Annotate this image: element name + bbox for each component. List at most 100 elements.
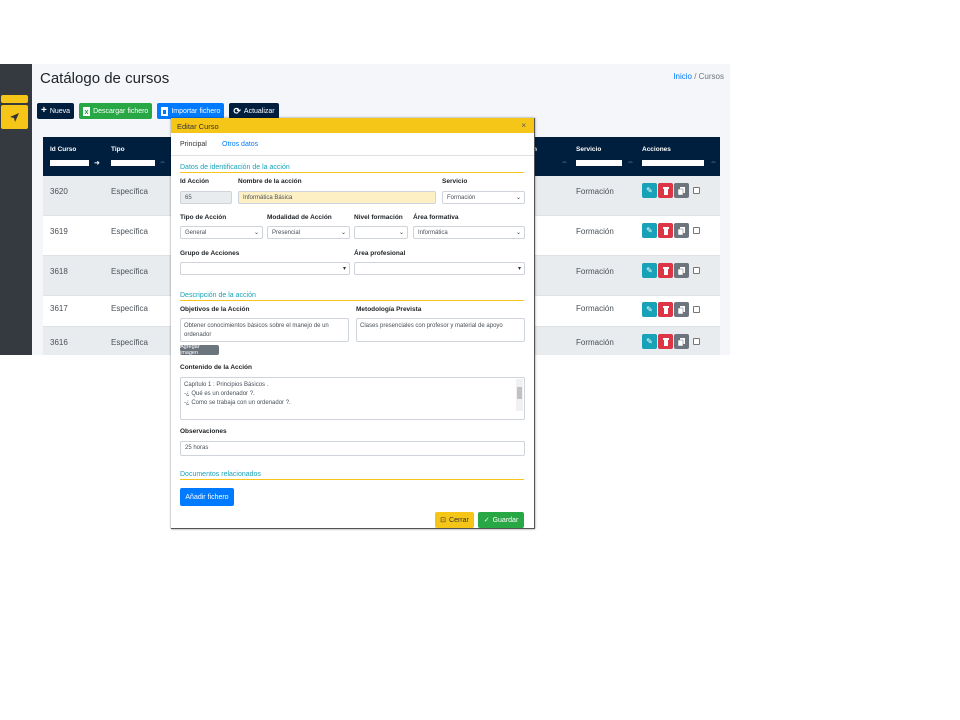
download-file-button[interactable]: Descargar fichero — [79, 103, 153, 119]
edit-button[interactable]: ✎ — [642, 223, 657, 238]
chevron-down-icon: ⌄ — [340, 230, 346, 236]
file-import-icon — [161, 106, 169, 116]
delete-button[interactable] — [658, 263, 673, 278]
edit-course-modal: Editar Curso × Principal Otros datos Dat… — [171, 118, 535, 529]
area-profesional-label: Área profesional — [354, 250, 406, 257]
delete-button[interactable] — [658, 223, 673, 238]
contenido-textarea[interactable]: Capítulo 1 : Principios Básicos . -¿ Qué… — [180, 377, 525, 420]
filter-input-servicio[interactable] — [576, 160, 622, 166]
id-accion-field: 65 — [180, 191, 232, 204]
servicio-select[interactable]: Formación ⌄ — [442, 191, 525, 204]
trash-icon — [662, 226, 669, 235]
breadcrumb-home-link[interactable]: Inicio — [673, 72, 692, 81]
metodologia-textarea[interactable]: Clases presenciales con profesor y mater… — [356, 318, 525, 342]
column-header-id[interactable]: Id Curso — [50, 146, 76, 153]
copy-icon — [678, 226, 685, 235]
contenido-line: Capítulo 1 : Principios Básicos . — [184, 382, 269, 388]
nivel-formacion-select[interactable]: ⌄ — [354, 226, 408, 239]
metodologia-label: Metodología Prevista — [356, 306, 422, 313]
copy-button[interactable] — [674, 223, 689, 238]
modalidad-select[interactable]: Presencial ⌄ — [267, 226, 350, 239]
area-profesional-select[interactable]: ▾ — [354, 262, 525, 275]
nivel-formacion-label: Nivel formación — [354, 214, 403, 221]
cerrar-button[interactable]: ⊡ Cerrar — [435, 512, 474, 528]
cerrar-label: Cerrar — [449, 516, 469, 524]
import-file-label: Importar fichero — [171, 107, 221, 115]
refresh-button[interactable]: ⟳ Actualizar — [229, 103, 279, 119]
guardar-button[interactable]: ✓ Guardar — [478, 512, 524, 528]
column-header-tipo[interactable]: Tipo — [111, 146, 125, 153]
edit-button[interactable]: ✎ — [642, 302, 657, 317]
arrows-h-icon[interactable]: ⇔ — [561, 159, 568, 166]
arrows-h-icon[interactable]: ⇔ — [710, 159, 717, 166]
arrows-h-icon[interactable]: ⇔ — [159, 159, 166, 166]
arrows-h-icon[interactable]: ⇔ — [627, 159, 634, 166]
delete-button[interactable] — [658, 183, 673, 198]
pencil-icon: ✎ — [646, 226, 653, 235]
copy-icon — [678, 186, 685, 195]
tab-principal[interactable]: Principal — [180, 141, 207, 148]
filter-input-id[interactable] — [50, 160, 89, 166]
row-checkbox[interactable] — [693, 187, 700, 194]
copy-button[interactable] — [674, 302, 689, 317]
add-image-button[interactable]: Agregar imagen — [180, 344, 219, 356]
tab-otros-datos[interactable]: Otros datos — [222, 141, 258, 148]
add-file-button[interactable]: Añadir fichero — [180, 488, 234, 506]
cell-tipo: Específica — [111, 227, 148, 236]
sidebar-toggle[interactable] — [1, 95, 28, 103]
new-button[interactable]: + Nueva — [37, 103, 75, 119]
copy-button[interactable] — [674, 263, 689, 278]
tipo-accion-select[interactable]: General ⌄ — [180, 226, 263, 239]
refresh-icon: ⟳ — [233, 105, 241, 116]
row-checkbox[interactable] — [693, 338, 700, 345]
close-icon[interactable]: × — [521, 121, 526, 130]
area-formativa-select[interactable]: Informática ⌄ — [413, 226, 525, 239]
cell-servicio: Formación — [576, 227, 614, 236]
copy-button[interactable] — [674, 183, 689, 198]
column-header-servicio[interactable]: Servicio — [576, 146, 601, 153]
nombre-accion-input[interactable]: Informática Básica — [238, 191, 436, 204]
filter-input-acciones[interactable] — [642, 160, 704, 166]
caret-down-icon: ▾ — [517, 266, 521, 272]
row-checkbox[interactable] — [693, 227, 700, 234]
modal-tabs: Principal Otros datos — [171, 133, 534, 156]
grupo-acciones-select[interactable]: ▾ — [180, 262, 350, 275]
cell-tipo: Específica — [111, 267, 148, 276]
sidebar-item-navigation[interactable] — [1, 105, 28, 129]
copy-button[interactable] — [674, 334, 689, 349]
delete-button[interactable] — [658, 334, 673, 349]
textarea-scrollbar[interactable] — [516, 379, 523, 411]
cell-id: 3617 — [50, 304, 68, 313]
delete-button[interactable] — [658, 302, 673, 317]
file-excel-icon — [83, 106, 91, 116]
section-identificacion: Datos de identificación de la acción — [180, 164, 524, 173]
column-header-acciones: Acciones — [642, 146, 671, 153]
cell-tipo: Específica — [111, 187, 148, 196]
scrollbar-thumb[interactable] — [517, 387, 522, 399]
plus-icon: + — [41, 105, 47, 116]
filter-input-tipo[interactable] — [111, 160, 155, 166]
refresh-label: Actualizar — [243, 107, 275, 115]
new-button-label: Nueva — [49, 107, 71, 115]
sign-in-icon: ⊡ — [440, 517, 447, 524]
row-actions: ✎ — [642, 302, 700, 317]
edit-button[interactable]: ✎ — [642, 263, 657, 278]
active-tab-indicator — [173, 153, 215, 155]
copy-icon — [678, 337, 685, 346]
grupo-acciones-label: Grupo de Acciones — [180, 250, 240, 257]
contenido-label: Contenido de la Acción — [180, 364, 252, 371]
edit-button[interactable]: ✎ — [642, 183, 657, 198]
cell-servicio: Formación — [576, 304, 614, 313]
arrow-right-icon[interactable]: ➜ — [94, 159, 100, 167]
import-file-button[interactable]: Importar fichero — [157, 103, 225, 119]
row-checkbox[interactable] — [693, 306, 700, 313]
modalidad-value: Presencial — [272, 230, 301, 236]
cell-tipo: Específica — [111, 338, 148, 347]
observaciones-input[interactable]: 25 horas — [180, 441, 525, 456]
row-checkbox[interactable] — [693, 267, 700, 274]
page-title: Catálogo de cursos — [40, 70, 170, 87]
download-file-label: Descargar fichero — [93, 107, 149, 115]
edit-button[interactable]: ✎ — [642, 334, 657, 349]
observaciones-label: Observaciones — [180, 428, 227, 435]
objetivos-textarea[interactable]: Obtener conocimientos básicos sobre el m… — [180, 318, 349, 342]
